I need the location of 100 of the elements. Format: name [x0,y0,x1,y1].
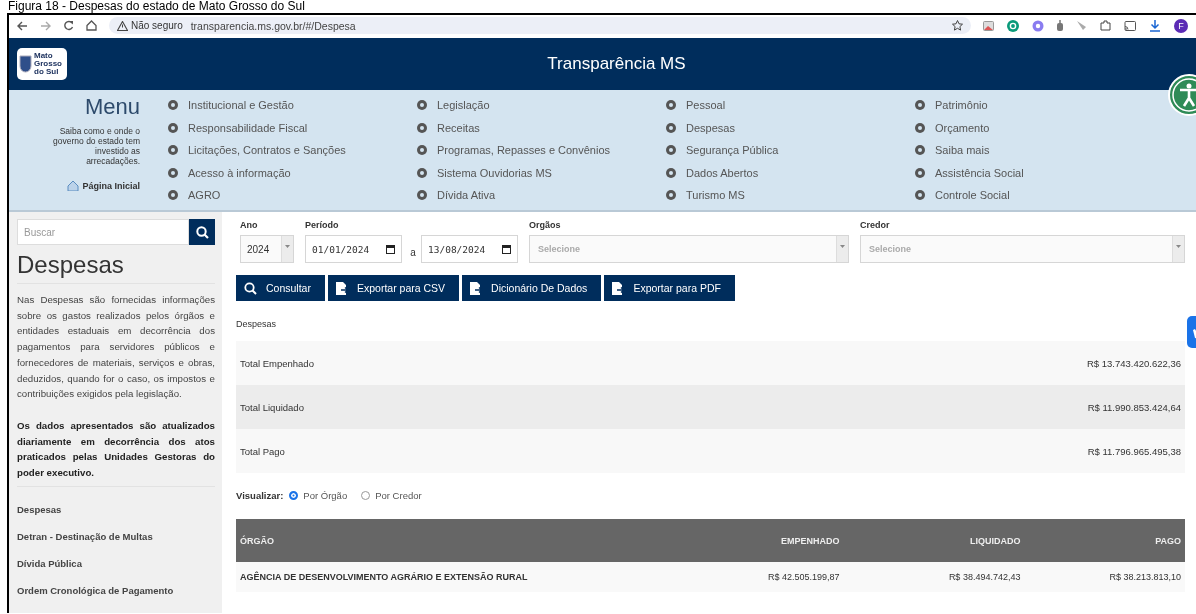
calendar-icon [502,244,511,254]
calendar-icon [386,244,395,254]
menu-link[interactable]: Dados Abertos [665,161,914,184]
menu-link[interactable]: Patrimônio [914,94,1163,117]
field-label: Ano [240,220,259,230]
state-logo[interactable]: Mato Grosso do Sul [17,48,67,80]
menu-link[interactable]: Pessoal [665,94,914,117]
action-button[interactable]: Exportar para PDF [604,275,735,301]
year-select[interactable]: 2024 [240,235,294,263]
cast-icon[interactable] [1124,20,1136,31]
sidebar-link[interactable]: Despesas [17,495,215,523]
picture-icon[interactable] [983,20,994,31]
date-field[interactable]: 01/01/2024 [305,235,402,263]
field-label: Orgãos [529,220,562,230]
reload-icon[interactable] [63,20,74,31]
menu-link[interactable]: Licitações, Contratos e Sanções [167,139,416,162]
home-link[interactable]: Página Inicial [67,180,140,191]
back-arrow-icon[interactable] [17,20,28,31]
bullet-icon [914,189,926,202]
field-label: Período [305,220,340,230]
figure-caption: Figura 18 - Despesas do estado de Mato Grosso do Sul [8,0,306,13]
menu-link[interactable]: Dívida Ativa [416,184,665,207]
document-export-icon [335,281,348,295]
menu-description: Saiba como e onde o governo do estado tem investido as arrecadações. [52,126,140,166]
bullet-icon [665,166,677,179]
table-cell: R$ 42.505.199,87 [698,562,880,592]
intro-paragraph: Nas Despesas são fornecidas informações sobre os gastos realizados pelos órgãos e entidades estaduais em decorrência dos pagamentos para servidores públicos e fornecedores de materiais, serviços e obras, deduzidos, quando for o caso, os impostos e contribuições exigidos pela legislação. [17,293,215,402]
house-icon [67,180,80,191]
bullet-icon [914,166,926,179]
menu-link[interactable]: Programas, Repasses e Convênios [416,139,665,162]
bullet-icon [167,144,179,157]
menu-link[interactable]: Institucional e Gestão [167,94,416,117]
radio-option[interactable]: Por Órgão [289,490,348,501]
total-value: R$ 13.743.420.622,36 [1086,357,1181,369]
page-title: Despesas [17,251,215,284]
menu-link[interactable]: Responsabilidade Fiscal [167,116,416,139]
bullet-icon [914,99,926,112]
security-label: Não seguro [131,20,183,31]
warning-icon [117,20,128,31]
url-text[interactable]: transparencia.ms.gov.br/#/Despesa [190,19,356,32]
search-icon [195,225,209,239]
document-export-icon [612,281,625,295]
star-icon[interactable] [952,20,963,31]
bottle-icon[interactable] [1057,20,1063,31]
sidebar-link[interactable]: Ordem Cronológica de Pagamento [17,576,215,604]
search-button[interactable] [189,219,215,245]
document-export-icon [470,281,483,295]
radio-button[interactable] [361,491,371,500]
action-button[interactable]: Exportar para CSV [327,275,460,301]
table-cell: R$ 38.213.813,10 [1060,562,1185,592]
bullet-icon [416,144,428,157]
bullet-icon [416,189,428,202]
site-title: Transparência MS [546,54,687,74]
bullet-icon [416,121,428,134]
menu-link[interactable]: Acesso à informação [167,161,416,184]
table-cell: R$ 38.494.742,43 [879,562,1061,592]
period-separator: a [409,245,417,258]
menu-link[interactable]: Turismo MS [665,184,914,207]
view-label: Visualizar: [236,490,284,501]
total-value: R$ 11.990.853.424,64 [1087,401,1181,413]
notice-paragraph: Os dados apresentados são atualizados diariamente em decorrência dos atos praticados pelas Unidades Gestoras do poder executivo. [17,417,215,487]
menu-link[interactable]: Saiba mais [914,139,1163,162]
menu-link[interactable]: Assistência Social [914,161,1163,184]
security-warning[interactable]: Não seguro [117,20,183,31]
menu-link[interactable]: Sistema Ouvidorias MS [416,161,665,184]
menu-title: Menu [84,94,140,120]
total-value: R$ 11.796.965.495,38 [1087,445,1181,457]
column-header: LIQUIDADO [879,519,1061,562]
bullet-icon [167,166,179,179]
caret-icon [1176,245,1181,248]
menu-link[interactable]: Legislação [416,94,665,117]
action-button[interactable]: Consultar [236,275,325,301]
menu-link[interactable]: Receitas [416,116,665,139]
caret-icon [840,245,845,248]
menu-link[interactable]: AGRO [167,184,416,207]
bullet-icon [665,121,677,134]
download-icon[interactable] [1149,19,1161,32]
bullet-icon [665,189,677,202]
sidebar-link[interactable]: Detran - Destinação de Multas [17,522,215,550]
menu-link[interactable]: Despesas [665,116,914,139]
action-button[interactable]: Dicionário De Dados [462,275,602,301]
menu-link[interactable]: Orçamento [914,116,1163,139]
bullet-icon [665,99,677,112]
sidebar-link[interactable]: Dívida Pública [17,549,215,577]
profile-avatar[interactable]: F [1174,18,1188,33]
menu-link[interactable]: Controle Social [914,184,1163,207]
radio-option[interactable]: Por Credor [361,490,422,501]
menu-link[interactable]: Segurança Pública [665,139,914,162]
crest-icon [19,55,32,73]
column-header: ÓRGÃO [236,519,699,562]
total-label: Total Pago [240,445,285,457]
home-icon[interactable] [86,20,97,31]
table-cell: AGÊNCIA DE DESENVOLVIMENTO AGRÁRIO E EXTENSÃO RURAL [236,562,699,592]
bullet-icon [416,166,428,179]
date-field[interactable]: 13/08/2024 [421,235,518,263]
radio-button[interactable] [289,491,299,500]
search-field[interactable]: Buscar [17,219,189,245]
bullet-icon [665,144,677,157]
search-icon [244,281,257,295]
column-header: EMPENHADO [698,519,880,562]
